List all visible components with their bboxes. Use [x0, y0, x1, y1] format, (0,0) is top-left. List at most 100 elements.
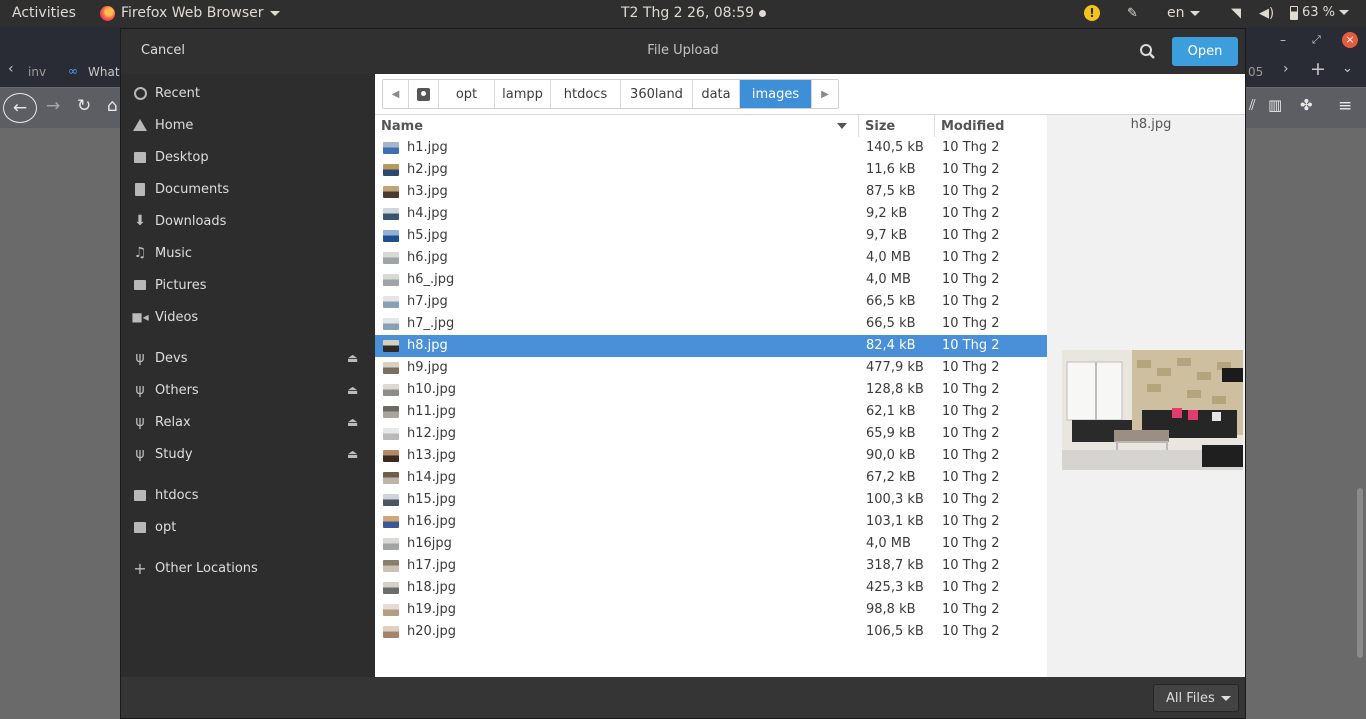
sidebar-item-home[interactable]: Home	[121, 111, 375, 139]
sidebar-item-recent[interactable]: Recent	[121, 79, 375, 107]
file-row[interactable]: h13.jpg 90,0 kB 10 Thg 2	[375, 445, 1047, 467]
file-modified: 10 Thg 2	[942, 272, 1000, 287]
file-row[interactable]: h3.jpg 87,5 kB 10 Thg 2	[375, 181, 1047, 203]
battery-menu[interactable]: 63 %	[1290, 5, 1350, 20]
file-row[interactable]: h14.jpg 67,2 kB 10 Thg 2	[375, 467, 1047, 489]
eject-icon[interactable]: ⏏	[347, 415, 358, 429]
sidebar-toggle-icon[interactable]: ▥	[1268, 96, 1282, 114]
file-modified: 10 Thg 2	[942, 602, 1000, 617]
tab-title-1[interactable]: inv	[28, 65, 46, 79]
tab-list-icon[interactable]: ⌄	[1342, 61, 1353, 76]
file-row[interactable]: h7.jpg 66,5 kB 10 Thg 2	[375, 291, 1047, 313]
file-modified: 10 Thg 2	[942, 338, 1000, 353]
file-row[interactable]: h11.jpg 62,1 kB 10 Thg 2	[375, 401, 1047, 423]
new-tab-icon[interactable]: +	[1310, 58, 1326, 80]
path-back-icon[interactable]: ◀	[383, 80, 409, 108]
column-header-modified[interactable]: Modified	[935, 115, 1047, 137]
file-row[interactable]: h10.jpg 128,8 kB 10 Thg 2	[375, 379, 1047, 401]
wifi-icon[interactable]: ◥	[1231, 6, 1241, 21]
file-row[interactable]: h4.jpg 9,2 kB 10 Thg 2	[375, 203, 1047, 225]
restore-icon[interactable]: ⤢	[1312, 33, 1321, 47]
search-icon[interactable]	[1137, 41, 1159, 63]
sidebar-item-opt[interactable]: opt	[121, 513, 375, 541]
column-header-name[interactable]: Name	[375, 115, 859, 137]
clock[interactable]: T2 Thg 2 26, 08:59	[621, 5, 767, 21]
tab-scroll-right-icon[interactable]: ›	[1283, 61, 1289, 77]
menu-icon[interactable]: ≡	[1338, 96, 1352, 116]
back-icon[interactable]: ←	[3, 93, 37, 123]
extension-icon[interactable]: ✤	[1300, 96, 1313, 114]
file-modified: 10 Thg 2	[942, 470, 1000, 485]
file-modified: 10 Thg 2	[942, 448, 1000, 463]
home-browser-icon[interactable]: ⌂	[107, 96, 118, 116]
file-row[interactable]: h17.jpg 318,7 kB 10 Thg 2	[375, 555, 1047, 577]
file-row[interactable]: h6.jpg 4,0 MB 10 Thg 2	[375, 247, 1047, 269]
file-row[interactable]: h20.jpg 106,5 kB 10 Thg 2	[375, 621, 1047, 643]
sidebar-item-htdocs[interactable]: htdocs	[121, 481, 375, 509]
chevron-down-icon	[1339, 10, 1350, 15]
sidebar-item-videos[interactable]: ■◂ Videos	[121, 303, 375, 331]
file-row[interactable]: h16jpg 4,0 MB 10 Thg 2	[375, 533, 1047, 555]
crumb-lampp[interactable]: lampp	[495, 80, 551, 108]
crumb-360land[interactable]: 360land	[621, 80, 693, 108]
sidebar-item-documents[interactable]: Documents	[121, 175, 375, 203]
language-menu[interactable]: en	[1167, 5, 1200, 21]
file-row[interactable]: h15.jpg 100,3 kB 10 Thg 2	[375, 489, 1047, 511]
eject-icon[interactable]: ⏏	[347, 383, 358, 397]
eject-icon[interactable]: ⏏	[347, 351, 358, 365]
sidebar-item-other-locations[interactable]: + Other Locations	[121, 554, 375, 582]
close-window-icon[interactable]: ×	[1342, 32, 1358, 48]
sidebar-item-label: Pictures	[155, 277, 207, 293]
file-row[interactable]: h16.jpg 103,1 kB 10 Thg 2	[375, 511, 1047, 533]
tab-scroll-left-icon[interactable]: ‹	[8, 61, 14, 77]
tab-title-3[interactable]: 05	[1248, 65, 1263, 79]
path-forward-icon[interactable]: ▶	[812, 80, 838, 108]
file-row[interactable]: h9.jpg 477,9 kB 10 Thg 2	[375, 357, 1047, 379]
crumb-opt[interactable]: opt	[439, 80, 495, 108]
disk-icon	[417, 87, 430, 101]
open-button[interactable]: Open	[1172, 37, 1238, 66]
file-row[interactable]: h2.jpg 11,6 kB 10 Thg 2	[375, 159, 1047, 181]
crumb-images[interactable]: images	[740, 80, 812, 108]
app-menu[interactable]: Firefox Web Browser	[100, 5, 280, 21]
file-size: 103,1 kB	[866, 514, 924, 529]
warning-icon[interactable]: !	[1084, 5, 1100, 21]
notes-icon[interactable]: ✎	[1127, 6, 1138, 21]
sidebar-item-label: Others	[155, 382, 199, 398]
library-icon[interactable]: ⫽	[1249, 96, 1256, 114]
sidebar-item-devs[interactable]: ψ Devs ⏏	[121, 344, 375, 372]
sidebar-item-desktop[interactable]: Desktop	[121, 143, 375, 171]
file-row[interactable]: h19.jpg 98,8 kB 10 Thg 2	[375, 599, 1047, 621]
file-row[interactable]: h5.jpg 9,7 kB 10 Thg 2	[375, 225, 1047, 247]
file-row[interactable]: h18.jpg 425,3 kB 10 Thg 2	[375, 577, 1047, 599]
file-row[interactable]: h12.jpg 65,9 kB 10 Thg 2	[375, 423, 1047, 445]
sidebar-item-others[interactable]: ψ Others ⏏	[121, 376, 375, 404]
browser-scrollbar[interactable]	[1357, 488, 1363, 658]
minimize-icon[interactable]: –	[1280, 33, 1286, 47]
sidebar-item-pictures[interactable]: Pictures	[121, 271, 375, 299]
file-row[interactable]: h7_.jpg 66,5 kB 10 Thg 2	[375, 313, 1047, 335]
eject-icon[interactable]: ⏏	[347, 447, 358, 461]
file-row[interactable]: h8.jpg 82,4 kB 10 Thg 2	[375, 335, 1047, 357]
sidebar-item-downloads[interactable]: ⬇ Downloads	[121, 207, 375, 235]
file-row[interactable]: h1.jpg 140,5 kB 10 Thg 2	[375, 137, 1047, 159]
file-size: 98,8 kB	[866, 602, 916, 617]
file-size: 9,7 kB	[866, 228, 908, 243]
crumb-htdocs[interactable]: htdocs	[551, 80, 621, 108]
file-filter-dropdown[interactable]: All Files	[1153, 684, 1239, 712]
crumb-data[interactable]: data	[693, 80, 740, 108]
column-header-size[interactable]: Size	[859, 115, 935, 137]
forward-icon[interactable]: →	[46, 96, 60, 116]
activities-button[interactable]: Activities	[12, 5, 76, 21]
reload-icon[interactable]: ↻	[77, 96, 91, 116]
sidebar-item-music[interactable]: ♫ Music	[121, 239, 375, 267]
image-thumbnail-icon	[383, 406, 399, 418]
file-modified: 10 Thg 2	[942, 206, 1000, 221]
volume-icon[interactable]: ◀)	[1259, 6, 1274, 21]
sidebar-item-study[interactable]: ψ Study ⏏	[121, 440, 375, 468]
root-disk-button[interactable]	[409, 80, 439, 108]
plus-icon: +	[133, 558, 147, 578]
file-row[interactable]: h6_.jpg 4,0 MB 10 Thg 2	[375, 269, 1047, 291]
tab-title-2[interactable]: What	[88, 65, 120, 79]
sidebar-item-relax[interactable]: ψ Relax ⏏	[121, 408, 375, 436]
